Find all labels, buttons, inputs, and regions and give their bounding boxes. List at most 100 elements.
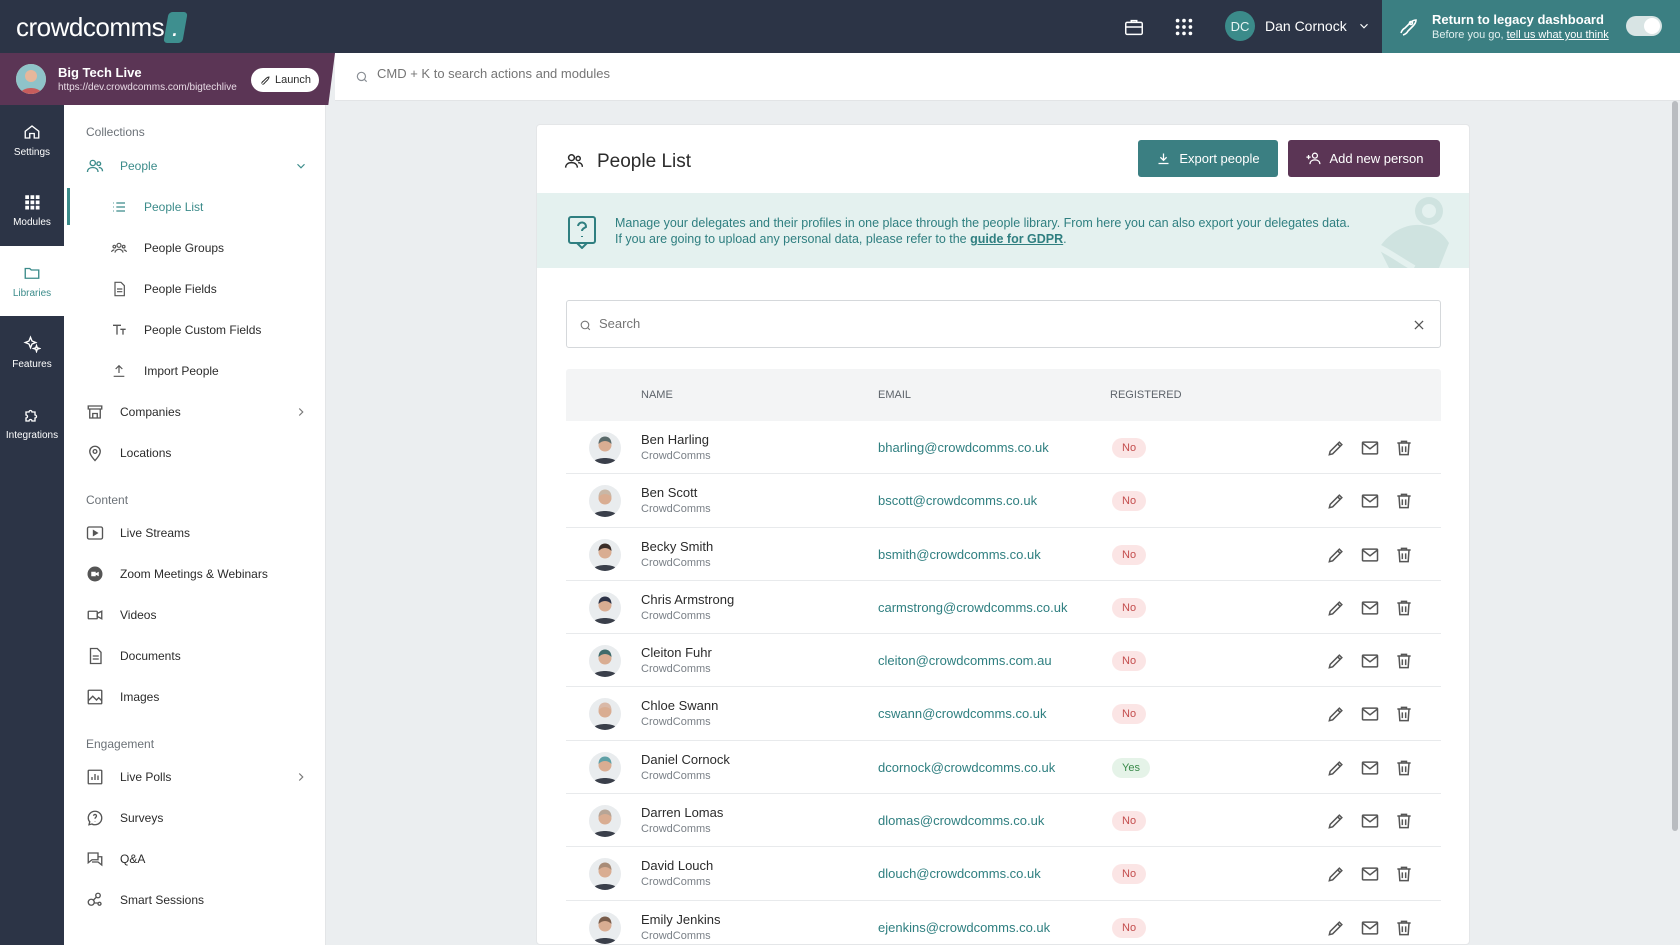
sidebar-item-people-list[interactable]: People List	[110, 192, 306, 222]
edit-icon[interactable]	[1326, 491, 1346, 511]
edit-icon[interactable]	[1326, 864, 1346, 884]
edit-icon[interactable]	[1326, 758, 1346, 778]
briefcase-icon[interactable]	[1123, 16, 1145, 38]
mail-icon[interactable]	[1360, 918, 1380, 938]
person-email[interactable]: bscott@crowdcomms.co.uk	[878, 493, 1037, 508]
mail-icon[interactable]	[1360, 438, 1380, 458]
mail-icon[interactable]	[1360, 704, 1380, 724]
trash-icon[interactable]	[1394, 598, 1414, 618]
person-name[interactable]: Cleiton Fuhr	[641, 645, 712, 660]
mail-icon[interactable]	[1360, 598, 1380, 618]
sidebar-item-people-custom-fields[interactable]: People Custom Fields	[110, 315, 306, 345]
legacy-toggle[interactable]	[1626, 16, 1662, 36]
person-name[interactable]: Ben Scott	[641, 485, 697, 500]
trash-icon[interactable]	[1394, 651, 1414, 671]
person-email[interactable]: cswann@crowdcomms.co.uk	[878, 706, 1047, 721]
person-name[interactable]: David Louch	[641, 858, 713, 873]
person-email[interactable]: dlomas@crowdcomms.co.uk	[878, 813, 1044, 828]
table-row[interactable]: Chloe Swann CrowdComms cswann@crowdcomms…	[566, 687, 1441, 741]
feedback-link[interactable]: tell us what you think	[1507, 29, 1609, 41]
person-name[interactable]: Darren Lomas	[641, 805, 723, 820]
trash-icon[interactable]	[1394, 704, 1414, 724]
sidebar-item-import-people[interactable]: Import People	[110, 356, 306, 386]
sidebar-item-people-groups[interactable]: People Groups	[110, 233, 306, 263]
crowdcomms-logo[interactable]: crowdcomms.	[16, 12, 188, 43]
table-row[interactable]: David Louch CrowdComms dlouch@crowdcomms…	[566, 847, 1441, 901]
table-row[interactable]: Daniel Cornock CrowdComms dcornock@crowd…	[566, 741, 1441, 795]
sidebar-item-qa[interactable]: Q&A	[86, 844, 308, 874]
trash-icon[interactable]	[1394, 438, 1414, 458]
event-url[interactable]: https://dev.crowdcomms.com/bigtechlive	[58, 82, 240, 93]
edit-icon[interactable]	[1326, 545, 1346, 565]
person-email[interactable]: bharling@crowdcomms.co.uk	[878, 440, 1049, 455]
trash-icon[interactable]	[1394, 545, 1414, 565]
rail-libraries[interactable]: Libraries	[0, 246, 64, 316]
apps-grid-icon[interactable]	[1173, 16, 1195, 38]
trash-icon[interactable]	[1394, 864, 1414, 884]
sidebar-item-people[interactable]: People	[86, 151, 308, 181]
close-icon[interactable]	[1412, 318, 1426, 332]
rail-settings[interactable]: Settings	[0, 105, 64, 171]
person-email[interactable]: dcornock@crowdcomms.co.uk	[878, 760, 1055, 775]
person-name[interactable]: Chris Armstrong	[641, 592, 734, 607]
sidebar-item-live-polls[interactable]: Live Polls	[86, 762, 308, 792]
person-name[interactable]: Becky Smith	[641, 539, 713, 554]
sidebar-item-surveys[interactable]: Surveys	[86, 803, 308, 833]
table-row[interactable]: Ben Scott CrowdComms bscott@crowdcomms.c…	[566, 474, 1441, 528]
table-row[interactable]: Becky Smith CrowdComms bsmith@crowdcomms…	[566, 528, 1441, 581]
person-email[interactable]: ejenkins@crowdcomms.co.uk	[878, 920, 1050, 935]
user-menu[interactable]: DC Dan Cornock	[1225, 9, 1371, 43]
table-row[interactable]: Emily Jenkins CrowdComms ejenkins@crowdc…	[566, 901, 1441, 944]
trash-icon[interactable]	[1394, 758, 1414, 778]
table-row[interactable]: Chris Armstrong CrowdComms carmstrong@cr…	[566, 581, 1441, 635]
edit-icon[interactable]	[1326, 651, 1346, 671]
rail-features[interactable]: Features	[0, 317, 64, 383]
launch-button[interactable]: Launch	[251, 68, 319, 92]
sidebar-item-documents[interactable]: Documents	[86, 641, 308, 671]
column-name[interactable]: NAME	[641, 389, 673, 401]
edit-icon[interactable]	[1326, 918, 1346, 938]
sidebar-item-smart-sessions[interactable]: Smart Sessions	[86, 885, 308, 915]
person-name[interactable]: Daniel Cornock	[641, 752, 730, 767]
table-row[interactable]: Ben Harling CrowdComms bharling@crowdcom…	[566, 421, 1441, 475]
person-name[interactable]: Emily Jenkins	[641, 912, 720, 927]
sidebar-item-locations[interactable]: Locations	[86, 438, 308, 468]
person-email[interactable]: cleiton@crowdcomms.com.au	[878, 653, 1052, 668]
trash-icon[interactable]	[1394, 491, 1414, 511]
sidebar-item-companies[interactable]: Companies	[86, 397, 308, 427]
rail-integrations[interactable]: Integrations	[0, 388, 64, 454]
gdpr-guide-link[interactable]: guide for GDPR	[970, 232, 1063, 246]
sidebar-item-images[interactable]: Images	[86, 682, 308, 712]
sidebar-item-videos[interactable]: Videos	[86, 600, 308, 630]
sidebar-item-zoom[interactable]: Zoom Meetings & Webinars	[86, 559, 308, 589]
add-new-person-button[interactable]: Add new person	[1288, 140, 1440, 177]
sidebar-item-people-fields[interactable]: People Fields	[110, 274, 306, 304]
person-email[interactable]: dlouch@crowdcomms.co.uk	[878, 866, 1041, 881]
column-registered[interactable]: REGISTERED	[1110, 389, 1182, 401]
mail-icon[interactable]	[1360, 758, 1380, 778]
edit-icon[interactable]	[1326, 811, 1346, 831]
edit-icon[interactable]	[1326, 598, 1346, 618]
trash-icon[interactable]	[1394, 918, 1414, 938]
edit-icon[interactable]	[1326, 438, 1346, 458]
person-name[interactable]: Chloe Swann	[641, 698, 718, 713]
mail-icon[interactable]	[1360, 811, 1380, 831]
rail-modules[interactable]: Modules	[0, 175, 64, 241]
command-search-input[interactable]	[377, 66, 977, 81]
sidebar-item-live-streams[interactable]: Live Streams	[86, 518, 308, 548]
mail-icon[interactable]	[1360, 491, 1380, 511]
edit-icon[interactable]	[1326, 704, 1346, 724]
person-name[interactable]: Ben Harling	[641, 432, 709, 447]
mail-icon[interactable]	[1360, 545, 1380, 565]
search-input[interactable]	[599, 316, 1379, 331]
trash-icon[interactable]	[1394, 811, 1414, 831]
column-email[interactable]: EMAIL	[878, 389, 911, 401]
table-row[interactable]: Darren Lomas CrowdComms dlomas@crowdcomm…	[566, 794, 1441, 848]
page-scrollbar[interactable]	[1672, 101, 1678, 831]
table-row[interactable]: Cleiton Fuhr CrowdComms cleiton@crowdcom…	[566, 634, 1441, 688]
mail-icon[interactable]	[1360, 864, 1380, 884]
person-email[interactable]: bsmith@crowdcomms.co.uk	[878, 547, 1041, 562]
person-email[interactable]: carmstrong@crowdcomms.co.uk	[878, 600, 1067, 615]
mail-icon[interactable]	[1360, 651, 1380, 671]
export-people-button[interactable]: Export people	[1138, 140, 1278, 177]
